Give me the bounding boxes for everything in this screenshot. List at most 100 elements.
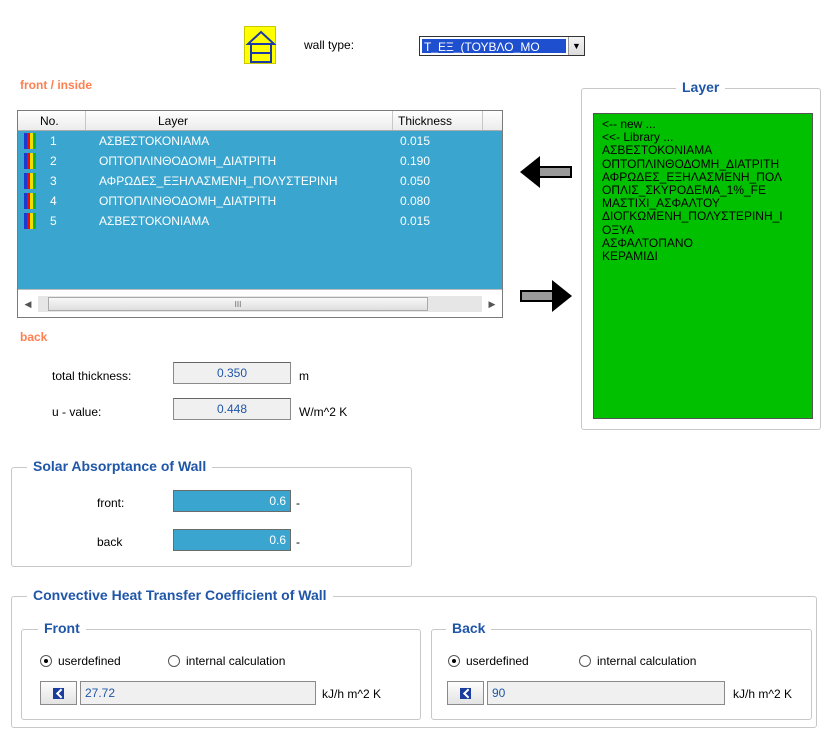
conv-back-group [431, 629, 812, 720]
solar-back-label: back [97, 535, 123, 549]
total-thickness-label: total thickness: [52, 369, 132, 383]
table-row[interactable]: 1 ΑΣΒΕΣΤΟΚΟΝΙΑΜΑ 0.015 [18, 131, 502, 151]
conv-back-pick-button[interactable] [447, 681, 484, 705]
cell-layer: ΟΠΤΟΠΛΙΝΘΟΔΟΜΗ_ΔΙΑΤΡΙΤΗ [99, 194, 277, 208]
layer-color-icon [24, 213, 36, 229]
conv-front-userdefined-radio[interactable]: userdefined [40, 654, 121, 668]
radio-unselected-icon[interactable] [579, 655, 591, 667]
conv-back-value-input[interactable]: 90 [487, 681, 725, 705]
cell-no: 3 [18, 173, 86, 189]
radio-unselected-icon[interactable] [168, 655, 180, 667]
wall-type-label: wall type: [304, 38, 355, 52]
u-value-label: u - value: [52, 405, 102, 419]
cell-thickness: 0.015 [400, 134, 431, 148]
cell-thickness: 0.050 [400, 174, 431, 188]
library-item[interactable]: ΚΕΡΑΜΙΔΙ [602, 249, 812, 263]
horizontal-scrollbar[interactable]: ◀ III ▶ [18, 289, 502, 317]
scroll-left-icon[interactable]: ◀ [20, 296, 36, 312]
u-value-unit: W/m^2 K [299, 405, 348, 419]
wall-type-select[interactable]: T_EΞ_(ΤΟΥΒΛΟ_ΜΟ ▼ [419, 36, 585, 56]
library-item[interactable]: ΔΙΟΓΚΩΜΕΝΗ_ΠΟΛΥΣΤΕΡΙΝΗ_Ι [602, 210, 812, 223]
layer-color-icon [24, 193, 36, 209]
col-no[interactable]: No. [18, 111, 86, 130]
cell-layer: ΟΠΤΟΠΛΙΝΘΟΔΟΜΗ_ΔΙΑΤΡΙΤΗ [99, 154, 277, 168]
scroll-thumb[interactable]: III [48, 297, 428, 311]
table-row[interactable]: 5 ΑΣΒΕΣΤΟΚΟΝΙΑΜΑ 0.015 [18, 211, 502, 231]
scroll-right-icon[interactable]: ▶ [484, 296, 500, 312]
conv-front-userdefined-label: userdefined [58, 654, 121, 668]
cell-layer: ΑΣΒΕΣΤΟΚΟΝΙΑΜΑ [99, 134, 210, 148]
layer-color-icon [24, 153, 36, 169]
table-body: 1 ΑΣΒΕΣΤΟΚΟΝΙΑΜΑ 0.015 2 ΟΠΤΟΠΛΙΝΘΟΔΟΜΗ_… [18, 131, 502, 231]
row-number: 2 [50, 154, 57, 168]
front-inside-label: front / inside [20, 78, 92, 92]
table-row[interactable]: 2 ΟΠΤΟΠΛΙΝΘΟΔΟΜΗ_ΔΙΑΤΡΙΤΗ 0.190 [18, 151, 502, 171]
solar-front-input[interactable]: 0.6 [173, 490, 291, 512]
conv-back-userdefined-label: userdefined [466, 654, 529, 668]
table-row[interactable]: 3 ΑΦΡΩΔΕΣ_ΕΞΗΛΑΣΜΕΝΗ_ΠΟΛΥΣΤΕΡΙΝΗ 0.050 [18, 171, 502, 191]
conv-front-unit: kJ/h m^2 K [322, 687, 381, 701]
row-number: 3 [50, 174, 57, 188]
layers-table[interactable]: No. Layer Thickness 1 ΑΣΒΕΣΤΟΚΟΝΙΑΜΑ 0.0… [17, 110, 503, 318]
row-number: 4 [50, 194, 57, 208]
solar-group-title: Solar Absorptance of Wall [27, 458, 213, 474]
solar-front-label: front: [97, 496, 125, 510]
arrow-icon [460, 687, 471, 699]
layer-group-title: Layer [676, 79, 726, 95]
table-header: No. Layer Thickness [18, 111, 502, 131]
library-item[interactable]: ΑΣΒΕΣΤΟΚΟΝΙΑΜΑ [602, 144, 812, 157]
color-stripe [33, 173, 36, 189]
radio-selected-icon[interactable] [40, 655, 52, 667]
u-value-field: 0.448 [173, 398, 291, 420]
layer-library-list[interactable]: <-- new ... <<- Library ... ΑΣΒΕΣΤΟΚΟΝΙΑΜΑ… [593, 113, 813, 419]
cell-layer: ΑΦΡΩΔΕΣ_ΕΞΗΛΑΣΜΕΝΗ_ΠΟΛΥΣΤΕΡΙΝΗ [99, 174, 338, 188]
conv-front-internal-label: internal calculation [186, 654, 286, 668]
conv-front-group [21, 629, 421, 720]
cell-no: 2 [18, 153, 86, 169]
table-row[interactable]: 4 ΟΠΤΟΠΛΙΝΘΟΔΟΜΗ_ΔΙΑΤΡΙΤΗ 0.080 [18, 191, 502, 211]
convective-group-title: Convective Heat Transfer Coefficient of … [27, 587, 333, 603]
solar-back-unit: - [296, 535, 300, 549]
wall-type-value: T_EΞ_(ΤΟΥΒΛΟ_ΜΟ [422, 39, 566, 53]
cell-no: 5 [18, 213, 86, 229]
chevron-down-icon[interactable]: ▼ [568, 37, 584, 55]
arrow-icon [53, 687, 64, 699]
house-icon[interactable] [244, 26, 277, 64]
conv-back-title: Back [446, 620, 492, 636]
layer-color-icon [24, 133, 36, 149]
conv-back-internal-label: internal calculation [597, 654, 697, 668]
col-layer[interactable]: Layer [86, 111, 393, 130]
library-item[interactable]: ΟΠΤΟΠΛΙΝΘΟΔΟΜΗ_ΔΙΑΤΡΙΤΗ [602, 157, 812, 171]
color-stripe [33, 193, 36, 209]
color-stripe [33, 133, 36, 149]
conv-back-userdefined-radio[interactable]: userdefined [448, 654, 529, 668]
total-thickness-unit: m [299, 369, 309, 383]
cell-layer: ΑΣΒΕΣΤΟΚΟΝΙΑΜΑ [99, 214, 210, 228]
solar-back-input[interactable]: 0.6 [173, 529, 291, 551]
conv-front-pick-button[interactable] [40, 681, 77, 705]
row-number: 1 [50, 134, 57, 148]
cell-thickness: 0.080 [400, 194, 431, 208]
conv-front-value-input[interactable]: 27.72 [80, 681, 316, 705]
cell-thickness: 0.190 [400, 154, 431, 168]
color-stripe [33, 213, 36, 229]
back-label: back [20, 330, 48, 344]
solar-front-unit: - [296, 496, 300, 510]
cell-no: 4 [18, 193, 86, 209]
radio-selected-icon[interactable] [448, 655, 460, 667]
conv-back-unit: kJ/h m^2 K [733, 687, 792, 701]
row-number: 5 [50, 214, 57, 228]
col-thickness[interactable]: Thickness [393, 111, 483, 130]
cell-thickness: 0.015 [400, 214, 431, 228]
conv-front-title: Front [38, 620, 86, 636]
solar-group [11, 467, 412, 567]
total-thickness-field: 0.350 [173, 362, 291, 384]
conv-front-internal-radio[interactable]: internal calculation [168, 654, 285, 668]
conv-back-internal-radio[interactable]: internal calculation [579, 654, 696, 668]
cell-no: 1 [18, 133, 86, 149]
layer-color-icon [24, 173, 36, 189]
arrow-left-icon[interactable] [520, 152, 576, 192]
library-item[interactable]: ΟΞΥΑ [602, 223, 812, 237]
color-stripe [33, 153, 36, 169]
arrow-right-icon[interactable] [518, 276, 574, 316]
